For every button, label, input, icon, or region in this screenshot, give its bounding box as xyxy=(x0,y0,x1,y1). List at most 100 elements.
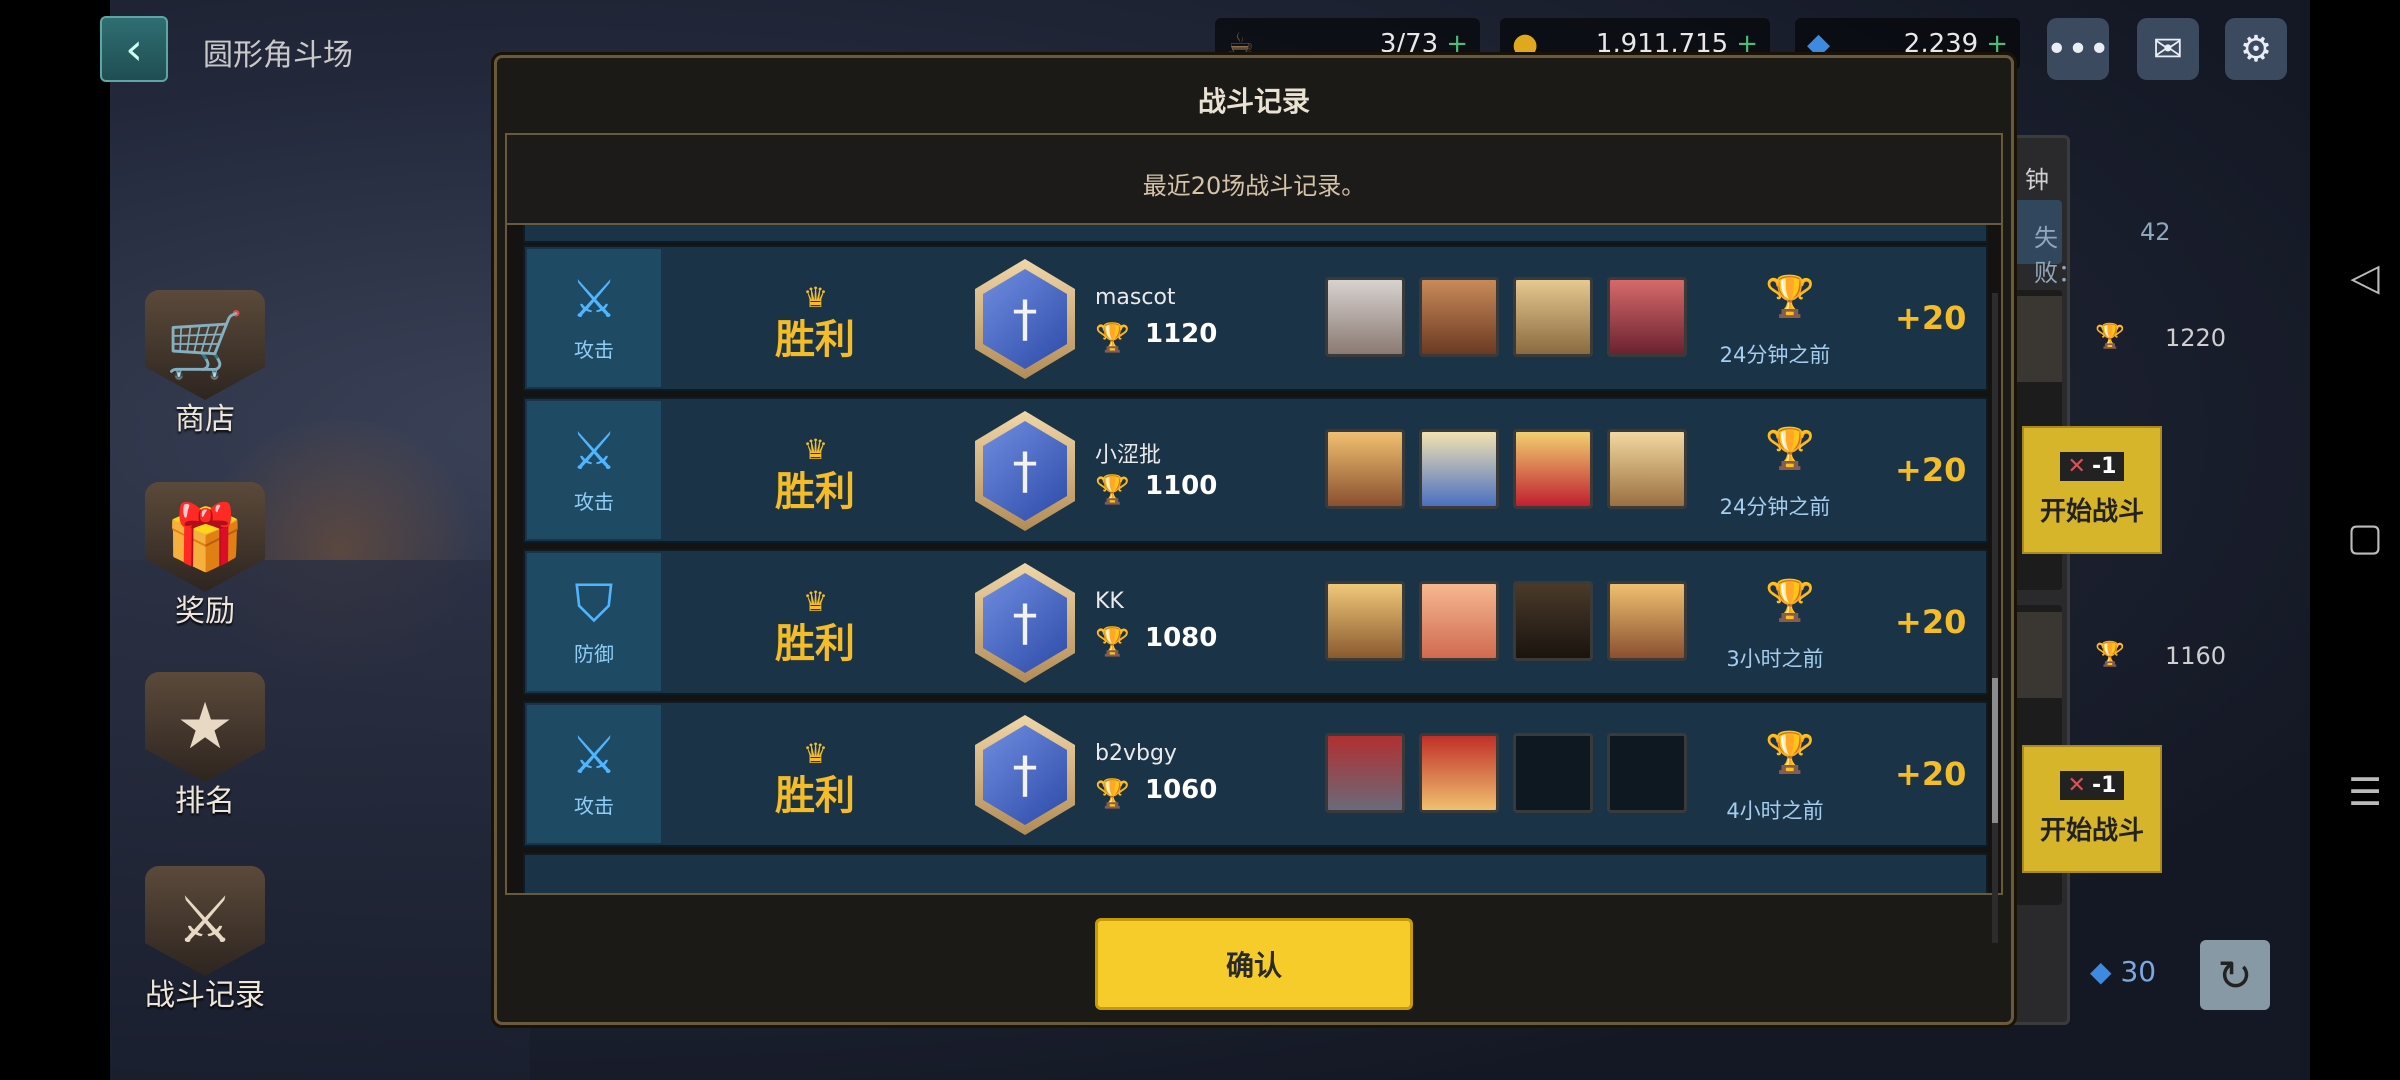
hero-portrait[interactable] xyxy=(1607,277,1687,357)
mail-button[interactable]: ✉ xyxy=(2137,18,2199,80)
menu-battle-record-label: 战斗记录 xyxy=(145,978,265,1013)
start-battle-button[interactable]: ✕ -1 开始战斗 xyxy=(2022,745,2162,873)
record-time: 3小时之前 xyxy=(1726,647,1824,671)
attack-swords-icon: ⚔ xyxy=(570,725,618,786)
menu-rewards[interactable]: 🎁 奖励 xyxy=(125,482,285,630)
trophy-icon: 🏆 xyxy=(1095,625,1130,658)
loss-label: 失败： xyxy=(2034,224,2082,287)
chat-button[interactable]: ••• xyxy=(2046,18,2110,80)
timer-suffix: 钟 xyxy=(2025,166,2049,194)
hero-portrait[interactable] xyxy=(1419,733,1499,813)
hero-portrait[interactable] xyxy=(1325,581,1405,661)
record-type-label: 攻击 xyxy=(574,489,614,514)
hero-team xyxy=(1325,733,1687,813)
ticket-cost: ✕ -1 xyxy=(2059,771,2125,800)
start-battle-label: 开始战斗 xyxy=(2039,497,2144,527)
record-row[interactable]: ⚔ 攻击 ♛ 胜利 † mascot 🏆 1120 🏆 24分钟之前 +20 xyxy=(523,245,1988,391)
refresh-button[interactable]: ↻ xyxy=(2200,940,2270,1010)
record-row xyxy=(523,853,1988,893)
record-result: 胜利 xyxy=(775,317,855,363)
scrollbar-track xyxy=(1992,293,1998,943)
menu-shop-label: 商店 xyxy=(175,402,235,437)
modal-title: 战斗记录 xyxy=(1197,85,1310,118)
hero-portrait[interactable] xyxy=(1325,429,1405,509)
record-points: +20 xyxy=(1895,451,1967,489)
record-result: 胜利 xyxy=(775,469,855,515)
ticket-icon: ✕ xyxy=(2067,773,2086,798)
hero-team xyxy=(1325,581,1687,661)
settings-button[interactable]: ⚙ xyxy=(2225,18,2287,80)
ticket-icon: ✕ xyxy=(2067,454,2086,479)
menu-ranking-label: 排名 xyxy=(175,784,235,819)
nav-back-icon[interactable]: ◁ xyxy=(2345,255,2385,299)
defense-shield-icon: ⛉ xyxy=(574,573,614,634)
opponent-score: 1160 xyxy=(2165,642,2227,670)
opponent-score: 1080 xyxy=(1145,623,1218,653)
hero-portrait[interactable] xyxy=(1513,429,1593,509)
nav-menu-icon[interactable]: ☰ xyxy=(2345,770,2385,814)
ticket-cost: ✕ -1 xyxy=(2059,452,2125,481)
hero-team xyxy=(1325,429,1687,509)
back-button[interactable]: ‹ xyxy=(100,16,168,82)
battle-record-modal: 战斗记录 最近20场战斗记录。 ⚔ 攻击 ♛ 胜利 † mascot 🏆 112… xyxy=(494,55,2014,1025)
hero-portrait[interactable] xyxy=(1513,581,1593,661)
mail-icon: ✉ xyxy=(2152,28,2184,70)
shop-cart-icon: 🛒 xyxy=(145,290,265,400)
hero-portrait[interactable] xyxy=(1607,429,1687,509)
screen-title: 圆形角斗场 xyxy=(203,38,353,73)
opponent-score: 1100 xyxy=(1145,471,1218,501)
attack-swords-icon: ⚔ xyxy=(570,269,618,330)
scrollbar-thumb[interactable] xyxy=(1992,678,1998,823)
record-time: 24分钟之前 xyxy=(1719,343,1831,367)
start-battle-button[interactable]: ✕ -1 开始战斗 xyxy=(2022,426,2162,554)
record-row[interactable]: ⚔ 攻击 ♛ 胜利 † b2vbgy 🏆 1060 🏆 4小时之前 +20 xyxy=(523,701,1988,847)
record-time: 4小时之前 xyxy=(1726,799,1824,823)
menu-shop[interactable]: 🛒 商店 xyxy=(125,290,285,438)
rank-badge-icon: † xyxy=(975,411,1075,531)
menu-ranking[interactable]: ★ 排名 xyxy=(125,672,285,820)
record-result: 胜利 xyxy=(775,621,855,667)
record-type: ⚔ 攻击 xyxy=(527,401,661,539)
hero-portrait[interactable] xyxy=(1419,429,1499,509)
record-list[interactable]: ⚔ 攻击 ♛ 胜利 † mascot 🏆 1120 🏆 24分钟之前 +20 ⚔ xyxy=(505,223,2003,895)
trophy-icon: 🏆 xyxy=(2095,640,2125,668)
opponent-name: b2vbgy xyxy=(1095,741,1177,766)
battle-record-icon: ⚔ xyxy=(145,866,265,976)
ticket-cost-value: -1 xyxy=(2091,454,2117,479)
start-battle-label: 开始战斗 xyxy=(2039,816,2144,846)
hero-portrait[interactable] xyxy=(1419,581,1499,661)
refresh-cost-value: 30 xyxy=(2120,955,2157,988)
record-row[interactable]: ⛉ 防御 ♛ 胜利 † KK 🏆 1080 🏆 3小时之前 +20 xyxy=(523,549,1988,695)
record-points: +20 xyxy=(1895,299,1967,337)
opponent-name: KK xyxy=(1095,589,1124,614)
chat-icon: ••• xyxy=(2046,28,2110,70)
menu-rewards-label: 奖励 xyxy=(175,594,235,629)
nav-home-icon[interactable]: ▢ xyxy=(2345,515,2385,559)
trophy-icon: 🏆 xyxy=(1095,473,1130,506)
record-type: ⚔ 攻击 xyxy=(527,705,661,843)
modal-subtitle: 最近20场战斗记录。 xyxy=(1142,172,1366,200)
record-time: 24分钟之前 xyxy=(1719,495,1831,519)
record-type-label: 防御 xyxy=(574,641,614,666)
record-type: ⛉ 防御 xyxy=(527,553,661,691)
empty-hero-slot xyxy=(1513,733,1593,813)
ticket-cost-value: -1 xyxy=(2091,773,2117,798)
hero-portrait[interactable] xyxy=(1419,277,1499,357)
hero-portrait[interactable] xyxy=(1607,581,1687,661)
hero-portrait[interactable] xyxy=(1325,277,1405,357)
record-row xyxy=(523,225,1988,243)
opponent-score: 1120 xyxy=(1145,319,1218,349)
trophy-icon: 🏆 xyxy=(1095,777,1130,810)
trophy-icon: 🏆 xyxy=(1765,730,1815,776)
rank-badge-icon: † xyxy=(975,259,1075,379)
loss-count: 42 xyxy=(2140,218,2171,246)
hero-portrait[interactable] xyxy=(1325,733,1405,813)
empty-hero-slot xyxy=(1607,733,1687,813)
record-row[interactable]: ⚔ 攻击 ♛ 胜利 † 小涩批 🏆 1100 🏆 24分钟之前 +20 xyxy=(523,397,1988,543)
menu-battle-record[interactable]: ⚔ 战斗记录 xyxy=(125,866,285,1014)
hero-team xyxy=(1325,277,1687,357)
hero-portrait[interactable] xyxy=(1513,277,1593,357)
confirm-button[interactable]: 确认 xyxy=(1095,918,1413,1010)
record-points: +20 xyxy=(1895,755,1967,793)
attack-swords-icon: ⚔ xyxy=(570,421,618,482)
